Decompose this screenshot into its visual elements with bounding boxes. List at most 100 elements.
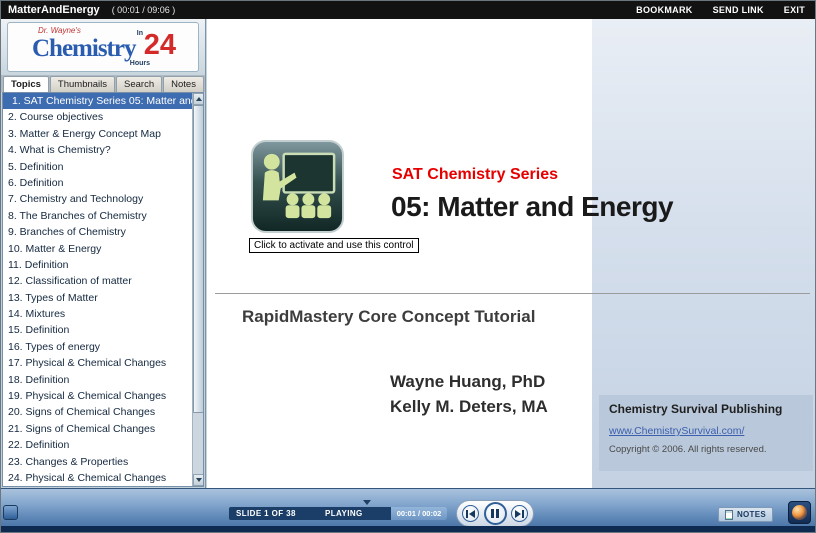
topic-item[interactable]: 24. Physical & Chemical Changes [3,470,192,486]
notes-button-label: NOTES [737,510,766,519]
topic-item[interactable]: 19. Physical & Chemical Changes [3,388,192,404]
topic-item[interactable]: 21. Signs of Chemical Changes [3,421,192,437]
arrow-down-icon [196,478,202,482]
notes-document-icon [725,510,733,520]
sidebar-tab-label: Search [124,79,154,90]
topic-item[interactable]: 5. Definition [3,159,192,175]
topic-item[interactable]: 11. Definition [3,257,192,273]
topic-label: 6. Definition [8,177,63,189]
player-controlbar: SLIDE 1 OF 38 PLAYING 00:01 / 00:02 [1,488,816,528]
sphere-logo-icon [792,505,807,520]
titlebar-button-label: BOOKMARK [636,5,692,15]
topic-item[interactable]: 14. Mixtures [3,306,192,322]
brand-logo-button[interactable] [788,501,811,524]
topic-item[interactable]: 2. Course objectives [3,109,192,125]
sidebar-tab-label: Thumbnails [58,79,107,90]
topic-label: 22. Definition [8,439,69,451]
titlebar-button[interactable]: BOOKMARK [636,5,692,15]
topic-item[interactable]: 1. SAT Chemistry Series 05: Matter and E… [3,93,192,109]
topic-item[interactable]: 4. What is Chemistry? [3,142,192,158]
series-title: SAT Chemistry Series [392,166,558,184]
topic-label: 9. Branches of Chemistry [8,226,126,238]
topic-label: 14. Mixtures [8,308,65,320]
topic-item[interactable]: 16. Types of energy [3,339,192,355]
seek-marker-icon[interactable] [363,500,371,505]
player-corner-button[interactable] [3,505,18,520]
topic-item[interactable]: 22. Definition [3,437,192,453]
presentation-time: ( 00:01 / 09:06 ) [112,5,176,15]
topic-item[interactable]: 3. Matter & Energy Concept Map [3,126,192,142]
topic-label: 3. Matter & Energy Concept Map [8,128,161,140]
topic-label: 15. Definition [8,324,69,336]
sidebar-tab[interactable]: Search [116,76,162,92]
topic-item[interactable]: 15. Definition [3,322,192,338]
pause-button[interactable] [484,502,507,525]
topic-item[interactable]: 7. Chemistry and Technology [3,191,192,207]
topic-label: 23. Changes & Properties [8,456,128,468]
logo-hours: Hours [130,60,150,67]
titlebar-button-label: SEND LINK [713,5,764,15]
elapsed-time: 00:01 / 00:02 [391,507,447,520]
logo-in: In [137,30,143,37]
topic-item[interactable]: 17. Physical & Chemical Changes [3,355,192,371]
playback-status-bar[interactable]: SLIDE 1 OF 38 PLAYING 00:01 / 00:02 [229,507,447,520]
sidebar-tab-label: Topics [11,79,41,90]
titlebar-button[interactable]: SEND LINK [713,5,764,15]
sidebar-tab[interactable]: Topics [3,76,49,92]
chemistry24-logo: Dr. Wayne's Chemistry In 24 Hours [7,22,199,72]
topic-item[interactable]: 20. Signs of Chemical Changes [3,404,192,420]
next-slide-button[interactable] [511,505,528,522]
sidebar-tabbar: Topics Thumbnails Search Notes [1,75,205,92]
next-icon [515,510,524,518]
topic-label: 2. Course objectives [8,111,103,123]
topic-label: 13. Types of Matter [8,292,98,304]
arrow-up-icon [196,97,202,101]
topic-label: 11. Definition [8,259,69,271]
app-window: MatterAndEnergy ( 00:01 / 09:06 ) BOOKMA… [0,0,816,533]
topic-label: 21. Signs of Chemical Changes [8,423,155,435]
titlebar-button-label: EXIT [784,5,805,15]
sidebar-tab[interactable]: Thumbnails [50,76,115,92]
topic-item[interactable]: 10. Matter & Energy [3,241,192,257]
sidebar: Dr. Wayne's Chemistry In 24 Hours Topics… [1,19,206,488]
topic-label: 17. Physical & Chemical Changes [8,357,166,369]
titlebar-button[interactable]: EXIT [784,5,805,15]
previous-slide-button[interactable] [462,505,479,522]
topic-label: 18. Definition [8,374,69,386]
topic-item[interactable]: 9. Branches of Chemistry [3,224,192,240]
topic-item[interactable]: 8. The Branches of Chemistry [3,208,192,224]
activate-control-tooltip: Click to activate and use this control [249,238,419,253]
topic-item[interactable]: 13. Types of Matter [3,290,192,306]
topic-item[interactable]: 18. Definition [3,372,192,388]
playback-state: PLAYING [325,509,391,518]
scrollbar-thumb[interactable] [193,105,204,413]
publisher-box: Chemistry Survival Publishing www.Chemis… [599,395,813,471]
slide-counter: SLIDE 1 OF 38 [229,509,325,518]
publisher-link[interactable]: www.ChemistrySurvival.com/ [609,425,803,437]
scroll-down-button[interactable] [193,474,204,486]
topic-label: 4. What is Chemistry? [8,144,111,156]
topic-item[interactable]: 23. Changes & Properties [3,454,192,470]
sidebar-tab[interactable]: Notes [163,76,204,92]
topic-item[interactable]: 6. Definition [3,175,192,191]
slide-stage: Click to activate and use this control S… [207,19,816,488]
logo-word: Chemistry [32,35,135,63]
transport-controls [456,500,534,527]
teacher-blackboard-graphic [250,139,345,234]
sidebar-tab-label: Notes [171,79,196,90]
topic-scrollbar[interactable] [192,93,203,486]
previous-icon [466,510,475,518]
teacher-blackboard-icon[interactable] [250,139,345,234]
slide-divider [215,293,810,294]
logo-number: 24 [144,29,176,62]
logo-area: Dr. Wayne's Chemistry In 24 Hours [1,19,205,75]
topic-item[interactable]: 12. Classification of matter [3,273,192,289]
titlebar-buttons: BOOKMARK SEND LINK EXIT [636,5,805,15]
topic-label: 10. Matter & Energy [8,243,101,255]
scroll-up-button[interactable] [193,93,204,105]
publisher-copyright: Copyright © 2006. All rights reserved. [609,444,803,455]
topic-label: 20. Signs of Chemical Changes [8,406,155,418]
bottom-frame-strip [1,526,816,532]
topic-label: 12. Classification of matter [8,275,132,287]
notes-button[interactable]: NOTES [718,507,773,522]
